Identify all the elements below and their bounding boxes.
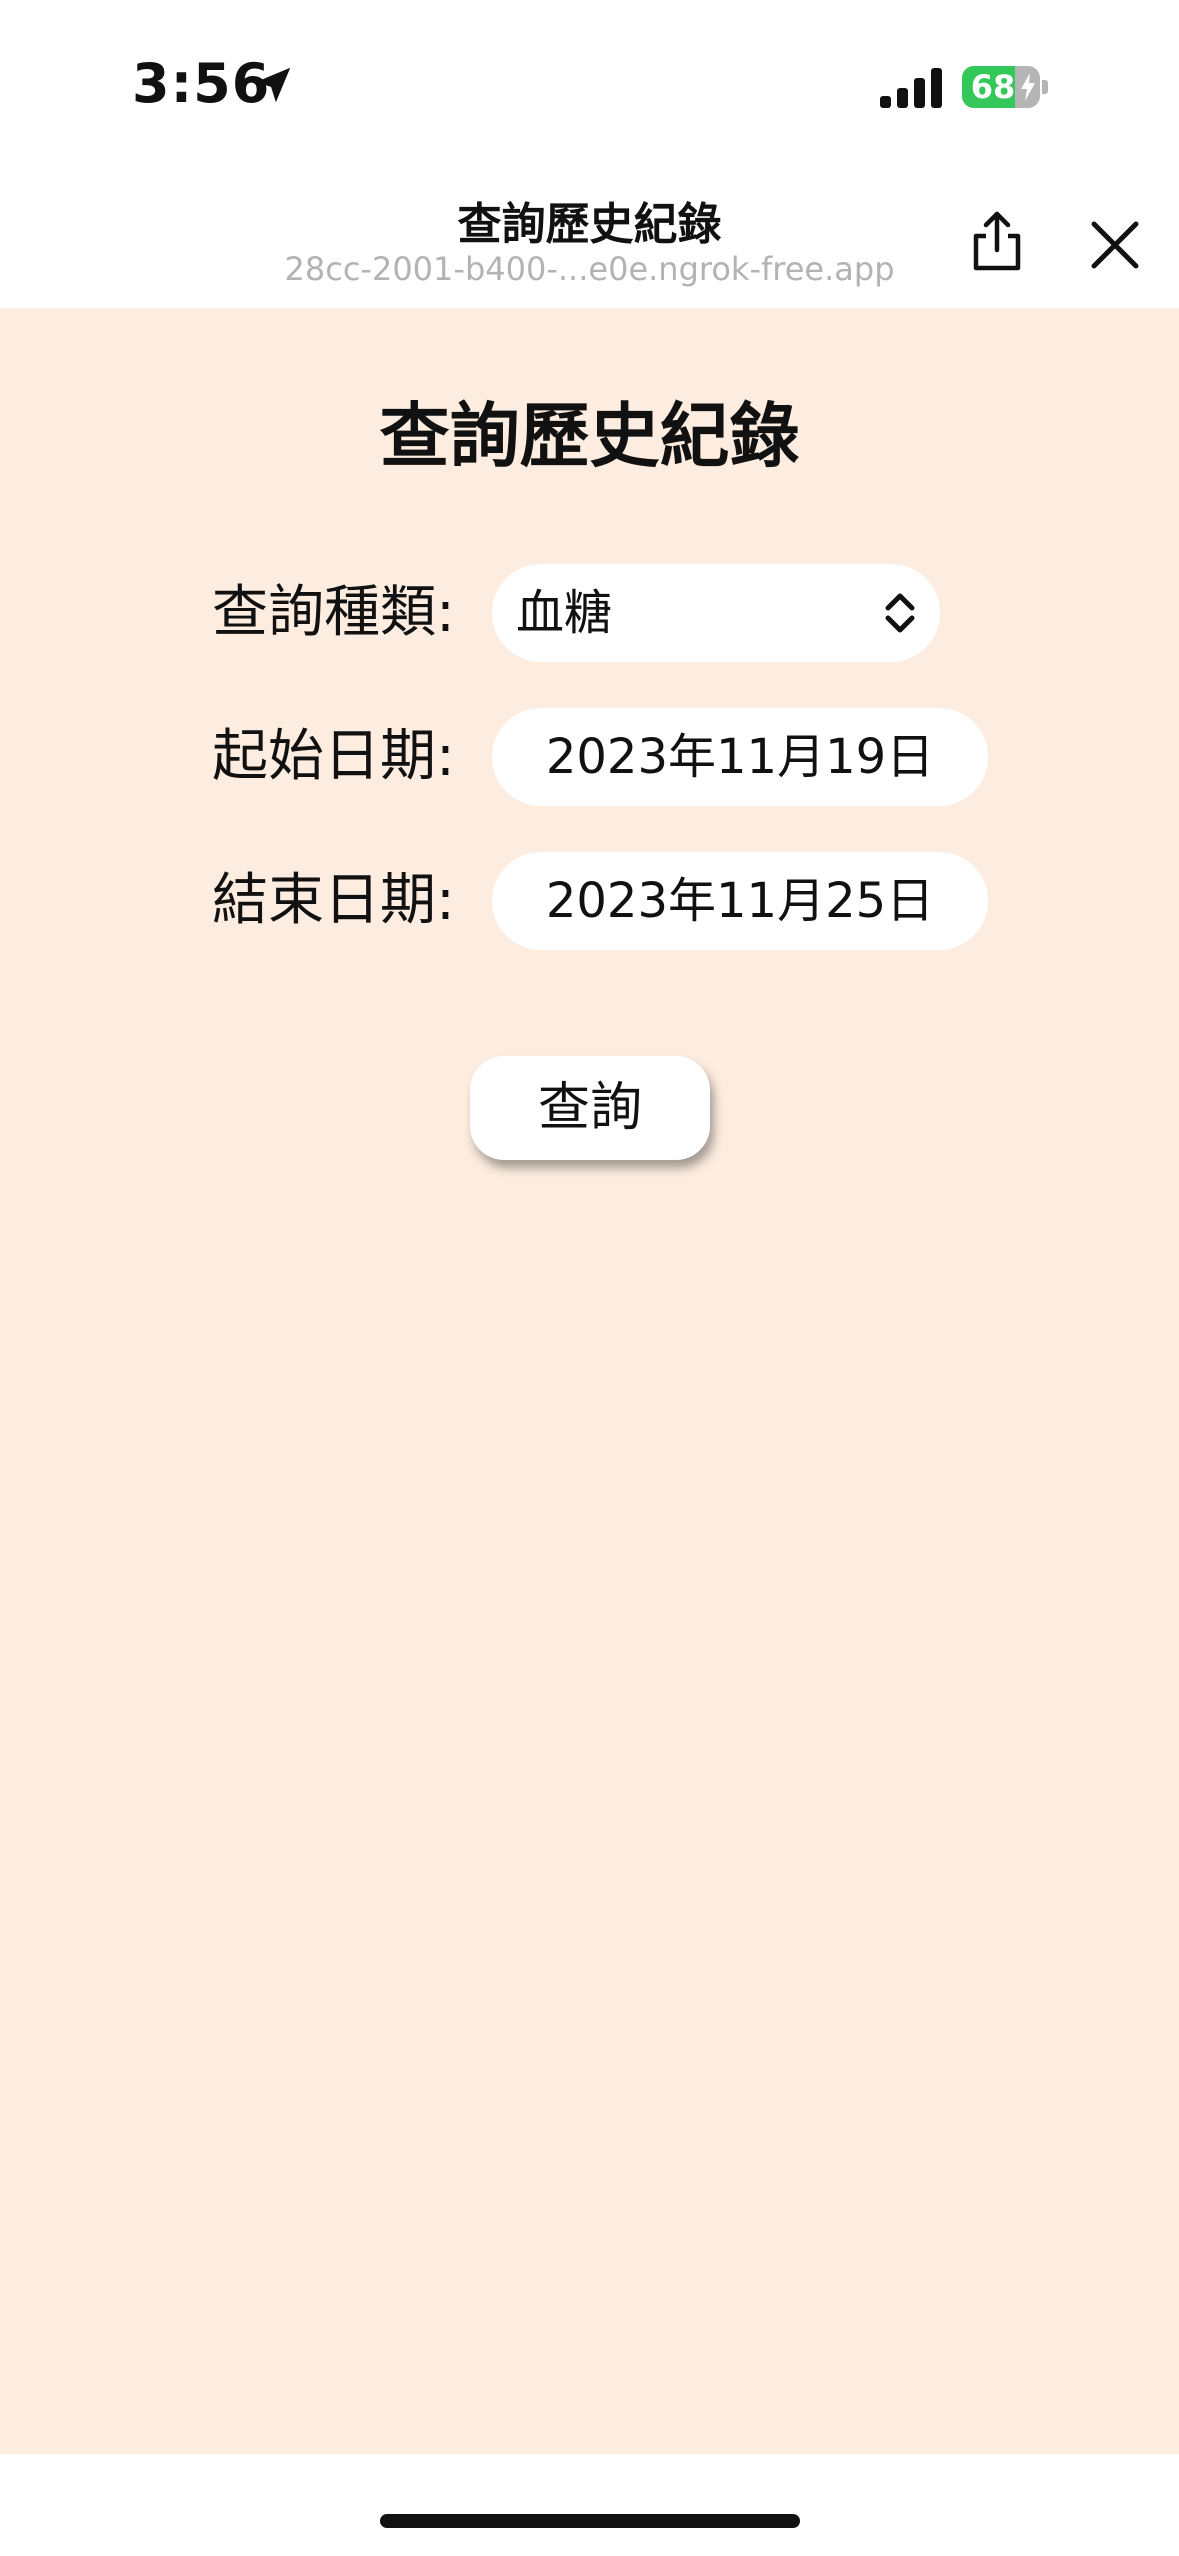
lightning-bolt-icon — [1021, 73, 1035, 101]
close-icon[interactable] — [1080, 210, 1150, 280]
query-type-select[interactable]: 血糖 — [492, 564, 940, 662]
end-date-field[interactable]: 2023年11月25日 — [492, 852, 988, 950]
chevron-up-down-icon — [885, 593, 915, 633]
location-arrow-icon — [255, 67, 291, 103]
query-type-label: 查詢種類: — [212, 580, 455, 645]
page-title: 查詢歷史紀錄 — [379, 395, 800, 477]
battery-indicator: 68 — [962, 66, 1040, 108]
query-type-value: 血糖 — [516, 585, 613, 641]
status-bar: 3:56 68 — [0, 0, 1179, 170]
home-indicator — [380, 2514, 800, 2528]
cellular-signal-icon — [880, 68, 942, 108]
share-icon[interactable] — [962, 206, 1032, 276]
battery-percentage: 68 — [970, 68, 1016, 106]
battery-cap — [1042, 80, 1048, 94]
query-button[interactable]: 查詢 — [470, 1056, 710, 1160]
page-content: 查詢歷史紀錄 查詢種類: 血糖 起始日期: 2023年11月19日 結束日期: … — [0, 308, 1179, 2454]
end-date-label: 結束日期: — [212, 868, 455, 933]
start-date-field[interactable]: 2023年11月19日 — [492, 708, 988, 806]
start-date-label: 起始日期: — [212, 724, 455, 789]
